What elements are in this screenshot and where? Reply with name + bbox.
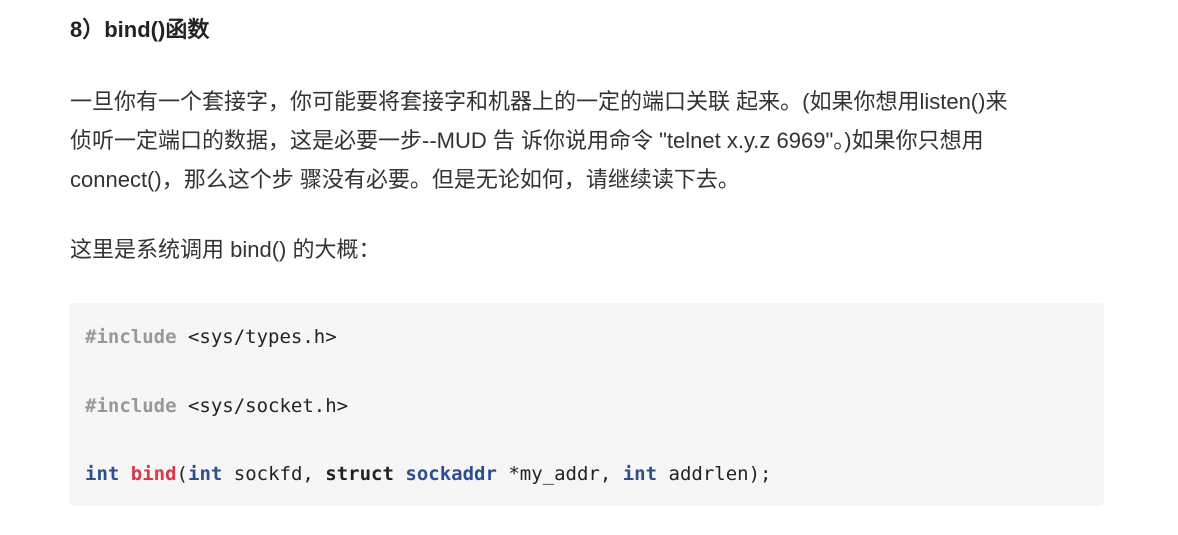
param-text: *my_addr,	[496, 463, 623, 485]
struct-keyword: struct	[325, 463, 394, 485]
param-type: sockaddr	[405, 463, 497, 485]
return-type: int	[85, 463, 120, 485]
include-path: <sys/socket.h>	[176, 395, 349, 417]
function-name: bind	[130, 463, 177, 485]
paragraph-line: connect()，那么这个步 骤没有必要。但是无论如何，请继续读下去。	[70, 167, 740, 192]
param-type: int	[188, 463, 223, 485]
punctuation: (	[176, 463, 188, 485]
param-text: addrlen);	[657, 463, 772, 485]
include-path: <sys/types.h>	[176, 326, 337, 348]
preprocessor-directive: #include	[85, 326, 177, 348]
code-line-include-types: #include <sys/types.h>	[85, 324, 337, 350]
preprocessor-directive: #include	[85, 395, 177, 417]
summary-paragraph: 这里是系统调用 bind() 的大概：	[70, 237, 381, 262]
section-heading: 8）bind()函数	[70, 17, 210, 42]
param-text: sockfd,	[222, 463, 326, 485]
code-line-bind-signature: int bind(int sockfd, struct sockaddr *my…	[85, 461, 771, 487]
code-block[interactable]: #include <sys/types.h> #include <sys/soc…	[69, 303, 1104, 506]
article-page: 8）bind()函数 一旦你有一个套接字，你可能要将套接字和机器上的一定的端口关…	[0, 0, 1178, 535]
param-type: int	[622, 463, 658, 485]
intro-paragraph: 一旦你有一个套接字，你可能要将套接字和机器上的一定的端口关联 起来。(如果你想用…	[70, 82, 1120, 199]
code-line-include-socket: #include <sys/socket.h>	[85, 393, 348, 419]
paragraph-line: 侦听一定端口的数据，这是必要一步--MUD 告 诉你说用命令 "telnet x…	[70, 128, 984, 153]
paragraph-line: 一旦你有一个套接字，你可能要将套接字和机器上的一定的端口关联 起来。(如果你想用…	[70, 89, 1008, 114]
